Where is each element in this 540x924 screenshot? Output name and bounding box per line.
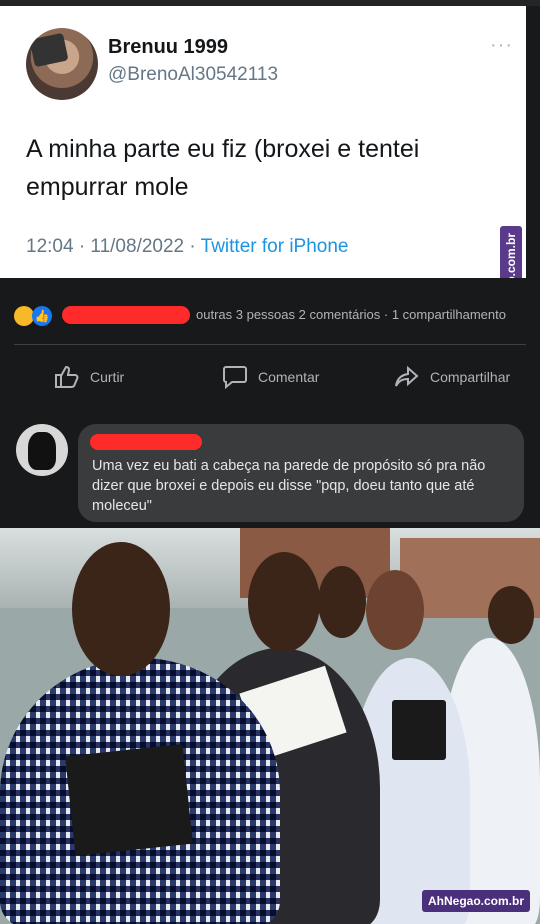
like-reaction-icon: 👍 [32, 306, 52, 326]
job-line-photo [0, 528, 540, 924]
tweet-source-link[interactable]: Twitter for iPhone [201, 236, 349, 257]
redacted-names [62, 306, 190, 324]
commenter-avatar[interactable] [16, 424, 68, 476]
comment-label: Comentar [258, 369, 320, 385]
tweet-card: Brenuu 1999 @BrenoAl30542113 ··· A minha… [0, 6, 526, 278]
more-options-icon[interactable]: ··· [490, 34, 513, 57]
facebook-post-panel: 👍 outras 3 pessoas 2 comentários · 1 com… [0, 278, 540, 528]
redacted-commenter-name [90, 434, 202, 450]
share-icon [395, 365, 419, 387]
tweet-author-name[interactable]: Brenuu 1999 [108, 36, 228, 59]
like-button[interactable]: Curtir [54, 362, 124, 392]
comment-button[interactable]: Comentar [222, 362, 319, 392]
divider [14, 344, 526, 345]
like-label: Curtir [90, 369, 125, 385]
comment-bubble: Uma vez eu bati a cabeça na parede de pr… [78, 424, 524, 522]
comment-icon [223, 366, 247, 389]
tweet-avatar[interactable] [26, 28, 98, 100]
thumbs-up-icon [55, 365, 79, 388]
tweet-author-handle[interactable]: @BrenoAl30542113 [108, 64, 278, 86]
tweet-meta: 12:04 · 11/08/2022 · Twitter for iPhone [26, 236, 349, 258]
tweet-timestamp: 12:04 · 11/08/2022 · [26, 236, 201, 257]
share-button[interactable]: Compartilhar [394, 362, 510, 392]
watermark-bottom: AhNegao.com.br [422, 890, 531, 912]
share-label: Compartilhar [430, 369, 511, 385]
engagement-stats[interactable]: outras 3 pessoas 2 comentários · 1 compa… [196, 307, 506, 322]
haha-reaction-icon [14, 306, 34, 326]
comment-text: Uma vez eu bati a cabeça na parede de pr… [92, 458, 486, 514]
tweet-text: A minha parte eu fiz (broxei e tentei em… [26, 135, 420, 201]
